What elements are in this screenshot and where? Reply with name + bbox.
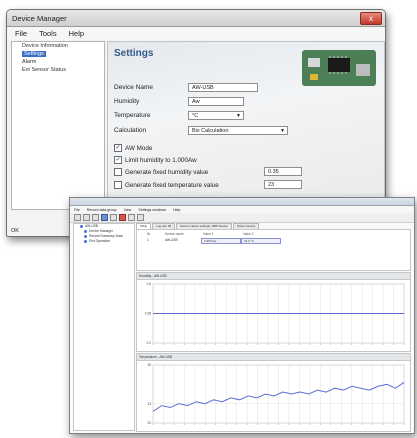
table-header: Device name [165,232,184,236]
toolbar [70,213,414,223]
main-area: Table Log pan 05 Device values settings:… [136,223,411,432]
calculation-label: Calculation [114,127,147,134]
data-logger-window: File Record data group View Settings win… [69,197,415,434]
chart-icon [84,239,87,243]
device-name-label: Device Name [114,84,154,91]
y-tick-label: 25 [147,363,151,367]
checkbox-icon[interactable]: ✓ [114,144,122,152]
device-tree: AW-USB Device Manager Record Summary Dat… [73,223,135,431]
menu-settings-windows[interactable]: Settings windows [138,208,166,212]
save-icon[interactable] [92,214,99,221]
settings-title: Settings [114,48,154,59]
chevron-down-icon: ▼ [280,128,285,134]
table-cell: 1 [147,238,149,242]
close-button[interactable]: x [360,12,382,25]
chart-title: Temperature - AW-USB [139,355,173,359]
tree-item-label: Plot Operation [89,239,111,243]
temperature-chart-panel: Temperature - AW-USB 25 23 22 [136,353,411,432]
y-tick-label: 0.2 [147,341,152,345]
limit-humidity-label: Limit humidity to 1.000Aw [125,156,197,164]
tree-item-device-information[interactable]: Device Information [12,42,104,50]
table-header: Value 2 [243,232,254,236]
stop-icon[interactable] [119,214,126,221]
print-icon[interactable] [110,214,117,221]
humidity-chart: 0.5 0.35 0.2 [145,282,405,345]
record-icon [84,234,87,238]
menu-tools[interactable]: Tools [39,29,57,38]
humidity-field[interactable]: Aw [188,97,244,106]
temperature-value: °C [192,113,199,119]
new-icon[interactable] [74,214,81,221]
tree-item-label: Alarm [22,59,37,65]
humidity-label: Humidity [114,98,140,105]
menu-record-data-group[interactable]: Record data group [87,208,117,212]
menu-help[interactable]: Help [69,29,84,38]
fixed-temperature-field[interactable]: 23 [264,180,302,189]
chart-header [137,354,410,361]
fixed-temperature-checkbox-row[interactable]: Generate fixed temperature value [114,181,219,189]
table-cell: 23.0 °C [241,238,281,244]
temperature-label: Temperature [114,112,151,119]
table-header: Nr [147,232,151,236]
fixed-humidity-label: Generate fixed humidity value [125,168,209,176]
device-name-field[interactable]: AW-USB [188,83,258,92]
tree-item-label: Record Summary Data [89,234,123,238]
device-icon [84,229,87,233]
fixed-humidity-field[interactable]: 0.35 [264,167,302,176]
tree-item-label: Settings [22,51,46,57]
tree-item-label: AW-USB [85,224,99,228]
y-tick-label: 23 [147,402,151,406]
tree-item-label: Device Manager [89,229,114,233]
tree-item-settings[interactable]: Settings [12,50,104,58]
temperature-chart: 25 23 22 [147,363,405,425]
chart-title: Humidity - AW-USB [139,274,167,278]
y-tick-label: 0.35 [145,312,151,316]
window-titlebar: Device Manager x [7,10,385,27]
status-text: OK [11,228,19,234]
tree-item-plot-operation[interactable]: Plot Operation [74,239,134,244]
tree-item-label: Ext Sensor Status [22,67,67,73]
table-header: Value 1 [203,232,214,236]
device-icon [80,224,83,228]
menu-help[interactable]: Help [173,208,180,212]
fixed-temperature-label: Generate fixed temperature value [125,181,219,189]
window-title: Device Manager [12,13,67,23]
menu-bar: File Tools Help [7,27,385,40]
tree-item-alarm[interactable]: Alarm [12,58,104,66]
settings-icon[interactable] [137,214,144,221]
calculation-select[interactable]: Bis Calculation ▼ [188,126,288,135]
table-cell: AW-USB [165,238,178,242]
y-tick-label: 22 [147,421,151,425]
navigation-tree: Device Information Settings Alarm Ext Se… [11,41,105,210]
humidity-chart-panel: Humidity - AW-USB 0.5 0.35 0.2 [136,272,411,352]
checkbox-icon[interactable] [114,181,122,189]
aw-mode-checkbox-row[interactable]: ✓ AW Mode [114,144,152,152]
circuit-board-image [302,50,376,86]
y-tick-label: 0.5 [147,282,152,286]
checkbox-icon[interactable]: ✓ [114,156,122,164]
table-cell: 0.350 Aw [201,238,241,244]
menu-file[interactable]: File [74,208,80,212]
checkbox-icon[interactable] [114,168,122,176]
zoom-icon[interactable] [128,214,135,221]
tree-item-ext-sensor-status[interactable]: Ext Sensor Status [12,66,104,74]
menu-view[interactable]: View [124,208,132,212]
temperature-select[interactable]: °C ▼ [188,111,244,120]
record-icon[interactable] [101,214,108,221]
window-titlebar [70,198,414,206]
calculation-value: Bis Calculation [192,128,229,134]
menu-file[interactable]: File [15,29,27,38]
settings-panel: Settings Device Name AW-USB Humidity Aw … [107,41,385,210]
chart-header [137,273,410,280]
limit-humidity-checkbox-row[interactable]: ✓ Limit humidity to 1.000Aw [114,156,197,164]
chevron-down-icon: ▼ [236,113,241,119]
data-table: Nr Device name Value 1 Value 2 1 AW-USB … [136,229,411,271]
aw-mode-label: AW Mode [125,144,153,152]
open-icon[interactable] [83,214,90,221]
fixed-humidity-checkbox-row[interactable]: Generate fixed humidity value [114,168,208,176]
tree-item-label: Device Information [22,43,68,49]
menu-bar: File Record data group View Settings win… [70,206,414,213]
